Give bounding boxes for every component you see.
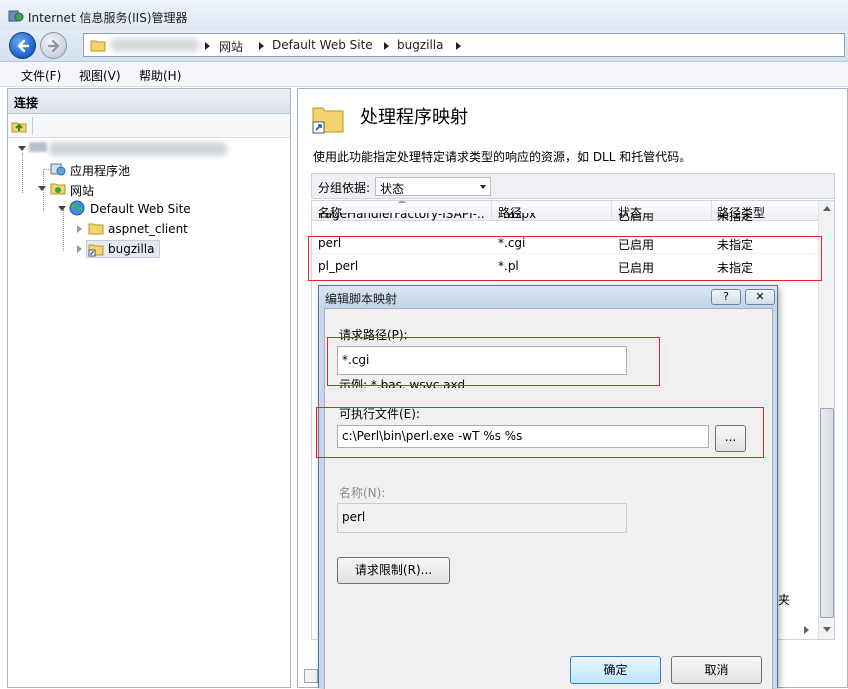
name-input: perl <box>337 503 627 533</box>
tree-item-application-pools[interactable]: 应用程序池 <box>70 162 130 179</box>
cancel-button[interactable]: 取消 <box>671 656 762 684</box>
group-by-value: 状态 <box>380 182 405 196</box>
arrow-right-icon <box>47 39 60 53</box>
partial-hidden-text: 夹 <box>778 593 791 607</box>
close-button[interactable]: ✕ <box>745 289 775 305</box>
handler-mappings-icon <box>311 102 345 134</box>
name-value: perl <box>342 510 366 524</box>
name-label: 名称(N): <box>339 486 386 500</box>
feature-title: 处理程序映射 <box>360 107 468 128</box>
breadcrumb-bugzilla[interactable]: bugzilla <box>397 38 444 52</box>
dropdown-arrow-icon <box>480 185 486 189</box>
tree-line <box>63 209 64 251</box>
cell-path-type: 未指定 <box>717 213 754 223</box>
breadcrumb-separator-icon[interactable] <box>384 42 389 50</box>
application-pools-icon <box>50 161 66 177</box>
connections-header: 连接 <box>8 89 290 114</box>
server-icon <box>28 140 48 154</box>
annotation-box-executable <box>316 407 764 458</box>
breadcrumb-default-web-site[interactable]: Default Web Site <box>272 38 373 52</box>
cell-path: *.aspx <box>498 213 537 221</box>
tree-expander-default-web-site[interactable] <box>58 206 66 211</box>
tree-item-default-web-site[interactable]: Default Web Site <box>90 202 191 216</box>
help-button[interactable]: ? <box>711 289 741 305</box>
breadcrumb-sites[interactable]: 网站 <box>219 38 243 55</box>
request-restrictions-button[interactable]: 请求限制(R)... <box>337 557 450 584</box>
group-by-label: 分组依据: <box>318 181 371 195</box>
toolbar-separator <box>32 117 33 135</box>
tree-line <box>22 153 23 193</box>
cell-state: 已启用 <box>618 213 655 223</box>
cell-name: PageHandlerFactory-ISAPI-... <box>318 213 486 221</box>
scroll-up-icon[interactable] <box>823 206 831 211</box>
connections-title: 连接 <box>14 96 39 110</box>
shortcut-folder-icon <box>88 241 104 257</box>
menu-view[interactable]: 视图(V) <box>79 67 121 84</box>
scrollbar-thumb[interactable] <box>820 408 834 618</box>
tree-item-sites[interactable]: 网站 <box>70 182 94 199</box>
dialog-titlebar: 编辑脚本映射 ? ✕ <box>319 286 777 308</box>
menu-file[interactable]: 文件(F) <box>21 67 61 84</box>
scroll-right-icon[interactable] <box>804 626 809 634</box>
window-title: Internet 信息服务(IIS)管理器 <box>28 11 188 25</box>
folder-icon <box>90 37 106 53</box>
table-row[interactable]: PageHandlerFactory-ISAPI-... *.aspx 已启用 … <box>312 213 818 227</box>
tree-item-bugzilla[interactable]: bugzilla <box>108 242 155 256</box>
tree-item-aspnet-client[interactable]: aspnet_client <box>108 222 188 236</box>
blurred-server-name <box>110 38 200 52</box>
tree-expander-sites[interactable] <box>38 186 46 191</box>
blurred-server-label <box>48 142 228 156</box>
annotation-box-rows <box>308 236 822 281</box>
tree-line <box>43 171 44 211</box>
feature-description: 使用此功能指定处理特定请求类型的响应的资源，如 DLL 和托管代码。 <box>313 150 692 164</box>
folder-icon <box>88 220 104 236</box>
connections-toolbar <box>8 114 290 138</box>
window-titlebar: Internet 信息服务(IIS)管理器 <box>0 0 848 30</box>
connections-pane: 连接 应用程序池 网站 Default Web Site aspnet_clie… <box>7 88 291 688</box>
tree-expander-bugzilla[interactable] <box>77 245 82 253</box>
iis-manager-icon <box>8 8 24 24</box>
address-bar[interactable]: 网站 Default Web Site bugzilla <box>83 33 845 57</box>
menu-help[interactable]: 帮助(H) <box>139 67 181 84</box>
tree-expander-server[interactable] <box>18 146 26 151</box>
sites-folder-icon <box>50 180 66 196</box>
arrow-left-icon <box>17 39 30 53</box>
group-by-select[interactable]: 状态 <box>375 177 491 196</box>
annotation-box-request-path <box>327 337 660 386</box>
ok-button[interactable]: 确定 <box>570 656 661 684</box>
back-button[interactable] <box>9 32 36 59</box>
menu-bar: 文件(F) 视图(V) 帮助(H) <box>0 62 848 87</box>
breadcrumb-separator-icon[interactable] <box>205 42 210 50</box>
navigation-bar: 网站 Default Web Site bugzilla <box>0 30 848 62</box>
go-up-icon[interactable] <box>11 118 27 134</box>
globe-icon <box>69 200 85 216</box>
breadcrumb-separator-icon[interactable] <box>456 42 461 50</box>
scroll-down-icon[interactable] <box>823 627 831 632</box>
dialog-title: 编辑脚本映射 <box>325 292 398 306</box>
tree-expander-aspnet-client[interactable] <box>77 225 82 233</box>
sort-ascending-icon <box>398 201 406 203</box>
features-view-icon[interactable] <box>304 669 318 683</box>
group-by-bar: 分组依据: 状态 <box>311 173 835 199</box>
forward-button[interactable] <box>40 32 67 59</box>
breadcrumb-separator-icon[interactable] <box>259 42 264 50</box>
